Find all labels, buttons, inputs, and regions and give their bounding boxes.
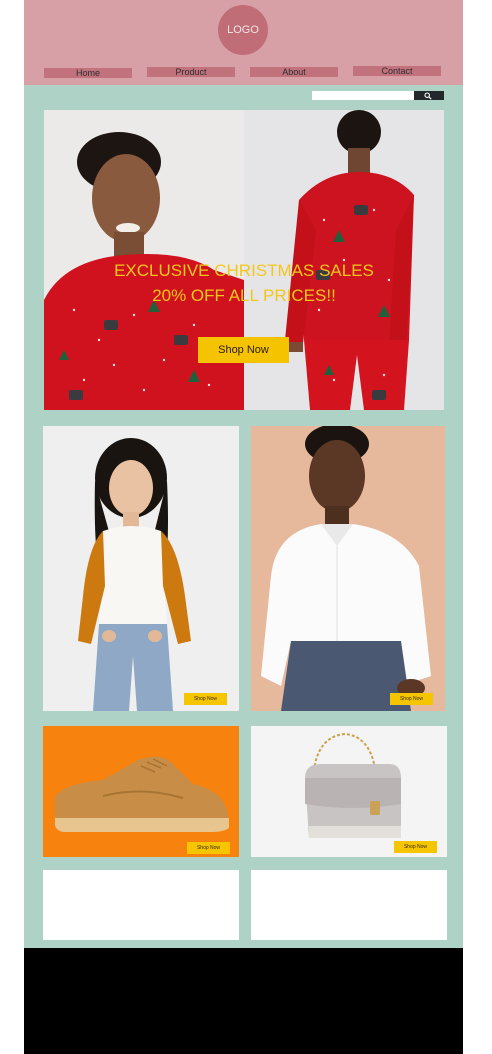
hero-banner: EXCLUSIVE CHRISTMAS SALES 20% OFF ALL PR…	[44, 110, 444, 410]
nav-about[interactable]: About	[250, 67, 338, 77]
search-button[interactable]	[414, 91, 444, 100]
shop-now-button[interactable]: Shop Now	[390, 693, 433, 705]
product-card-sneaker[interactable]: Shop Now	[43, 726, 239, 857]
placeholder-card-right	[251, 870, 447, 940]
logo[interactable]: LOGO	[218, 5, 268, 55]
product-image	[43, 726, 239, 857]
product-card-raglan-top[interactable]: Shop Now	[43, 426, 239, 711]
placeholder-card-left	[43, 870, 239, 940]
search-input[interactable]	[312, 91, 414, 100]
site-footer	[24, 948, 463, 1054]
product-image	[251, 726, 447, 857]
hero-title-line1: EXCLUSIVE CHRISTMAS SALES	[114, 261, 374, 280]
site-header: LOGO Home Product About Contact	[24, 0, 463, 85]
shop-now-button[interactable]: Shop Now	[187, 842, 230, 854]
nav-home[interactable]: Home	[44, 68, 132, 78]
page-frame: LOGO Home Product About Contact EXCLUSIV…	[24, 0, 463, 1054]
search-bar	[312, 91, 444, 100]
hero-title-line2: 20% OFF ALL PRICES!!	[152, 286, 336, 305]
product-card-handbag[interactable]: Shop Now	[251, 726, 447, 857]
nav-product[interactable]: Product	[147, 67, 235, 77]
shop-now-button[interactable]: Shop Now	[394, 841, 437, 853]
product-image	[43, 426, 239, 711]
product-card-white-shirt[interactable]: Shop Now	[251, 426, 445, 711]
nav-contact[interactable]: Contact	[353, 66, 441, 76]
shop-now-button[interactable]: Shop Now	[184, 693, 227, 705]
hero-title: EXCLUSIVE CHRISTMAS SALES 20% OFF ALL PR…	[44, 258, 444, 308]
hero-shop-now-button[interactable]: Shop Now	[198, 337, 289, 363]
search-icon	[424, 92, 432, 100]
product-image	[251, 426, 445, 711]
